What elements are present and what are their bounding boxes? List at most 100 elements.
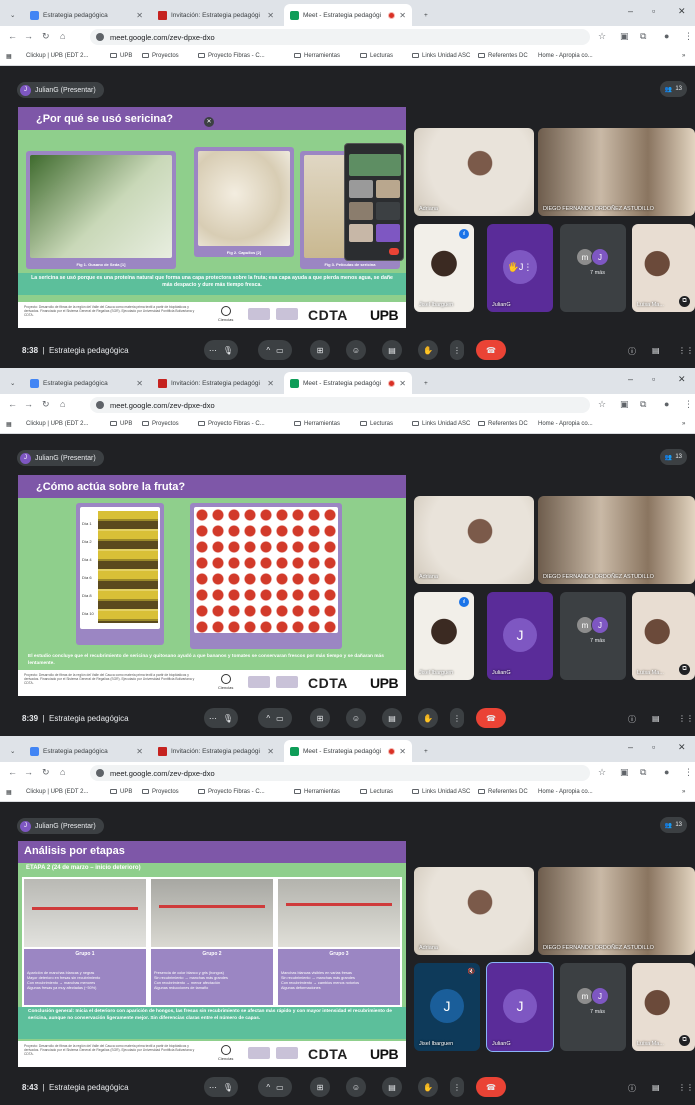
close-tab-icon[interactable]: ✕: [136, 379, 143, 388]
url-field[interactable]: meet.google.com/zev-dpxe-dxo: [90, 397, 590, 413]
more-bookmarks-icon[interactable]: »: [682, 53, 685, 59]
close-tab-icon[interactable]: ✕: [399, 11, 406, 20]
activities-icon[interactable]: ⋮⋮: [678, 346, 694, 355]
reactions-button[interactable]: ☺: [346, 1077, 366, 1097]
close-window-icon[interactable]: ✕: [678, 374, 686, 385]
people-count-badge[interactable]: 👥 13: [659, 817, 687, 833]
close-tab-icon[interactable]: ✕: [267, 379, 274, 388]
mini-hangup-icon[interactable]: [389, 248, 399, 255]
info-icon[interactable]: ⓘ: [628, 1083, 636, 1094]
raise-hand-button[interactable]: ✋: [418, 1077, 438, 1097]
more-options-button[interactable]: ⋮: [450, 1077, 464, 1097]
reload-icon[interactable]: ↻: [42, 399, 50, 410]
home-icon[interactable]: ⌂: [60, 399, 65, 409]
minimize-icon[interactable]: –: [628, 6, 633, 16]
bookmark-upb[interactable]: UPB: [110, 421, 132, 427]
apps-grid-icon[interactable]: ▦: [6, 53, 12, 60]
new-tab-button[interactable]: +: [418, 372, 434, 394]
tab-estrategia[interactable]: Estrategia pedagógica ✕: [24, 740, 149, 762]
hang-up-button[interactable]: ☎: [476, 340, 506, 360]
maximize-icon[interactable]: ▫: [652, 742, 655, 752]
more-participants-tile[interactable]: mJ7 más: [560, 592, 626, 680]
profile-icon[interactable]: ●: [664, 31, 669, 41]
maximize-icon[interactable]: ▫: [652, 374, 655, 384]
close-tab-icon[interactable]: ✕: [399, 379, 406, 388]
reload-icon[interactable]: ↻: [42, 31, 50, 42]
participant-tile-juliang[interactable]: J JulianG: [486, 962, 554, 1052]
puzzle-icon[interactable]: ⧉: [640, 767, 646, 778]
participant-tile-luisa[interactable]: Luisa Ma... ⧉: [632, 592, 695, 680]
camera-button[interactable]: ^ ▭: [258, 708, 292, 728]
bookmark-lecturas[interactable]: Lecturas: [360, 789, 393, 795]
extension-icon[interactable]: ▣: [620, 767, 629, 778]
more-participants-tile[interactable]: mJ7 más: [560, 963, 626, 1051]
apps-grid-icon[interactable]: ▦: [6, 789, 12, 796]
bookmark-apropia[interactable]: Home - Apropia co...: [538, 421, 593, 427]
bookmark-herramientas[interactable]: Herramientas: [294, 421, 340, 427]
bookmark-clickup[interactable]: Clickup | UPB (EDT 2...: [26, 421, 88, 427]
tab-search-chevron-icon[interactable]: ⌄: [4, 4, 16, 26]
tab-search-chevron-icon[interactable]: ⌄: [4, 372, 16, 394]
bookmark-referentes[interactable]: Referentes DC: [478, 789, 528, 795]
participant-tile-diego[interactable]: DIEGO FERNANDO ORDOÑEZ ASTUDILLO: [538, 128, 695, 216]
bookmark-lecturas[interactable]: Lecturas: [360, 421, 393, 427]
hang-up-button[interactable]: ☎: [476, 708, 506, 728]
reload-icon[interactable]: ↻: [42, 767, 50, 778]
tab-invitacion[interactable]: Invitación: Estrategia pedagógi ✕: [152, 740, 280, 762]
back-icon[interactable]: ←: [8, 31, 17, 41]
chat-icon[interactable]: ▤: [652, 1083, 660, 1092]
present-button[interactable]: ⊞: [310, 708, 330, 728]
participant-tile-adriana[interactable]: Adriana: [414, 867, 534, 955]
maximize-icon[interactable]: ▫: [652, 6, 655, 16]
captions-button[interactable]: ▤: [382, 340, 402, 360]
raise-hand-button[interactable]: ✋: [418, 708, 438, 728]
participant-tile-luisa[interactable]: Luisa Ma... ⧉: [632, 224, 695, 312]
bookmark-star-icon[interactable]: ☆: [598, 399, 606, 410]
bookmark-links-asc[interactable]: Links Unidad ASC: [412, 421, 470, 427]
back-icon[interactable]: ←: [8, 767, 17, 777]
presenter-chip[interactable]: J JulianG (Presentar): [17, 818, 104, 834]
close-tab-icon[interactable]: ✕: [136, 11, 143, 20]
tab-estrategia[interactable]: Estrategia pedagógica ✕: [24, 372, 149, 394]
participant-tile-diego[interactable]: DIEGO FERNANDO ORDOÑEZ ASTUDILLO: [538, 496, 695, 584]
profile-icon[interactable]: ●: [664, 399, 669, 409]
menu-icon[interactable]: ⋮: [684, 767, 693, 778]
back-icon[interactable]: ←: [8, 399, 17, 409]
mic-button[interactable]: ⋯ 🎙: [204, 1077, 238, 1097]
new-tab-button[interactable]: +: [418, 4, 434, 26]
tab-invitacion[interactable]: Invitación: Estrategia pedagógi ✕: [152, 372, 280, 394]
bookmark-lecturas[interactable]: Lecturas: [360, 53, 393, 59]
activities-icon[interactable]: ⋮⋮: [678, 1083, 694, 1092]
pip-icon[interactable]: ⧉: [679, 296, 690, 307]
minimize-icon[interactable]: –: [628, 742, 633, 752]
new-tab-button[interactable]: +: [418, 740, 434, 762]
mic-button[interactable]: ⋯ 🎙: [204, 708, 238, 728]
home-icon[interactable]: ⌂: [60, 767, 65, 777]
captions-button[interactable]: ▤: [382, 1077, 402, 1097]
home-icon[interactable]: ⌂: [60, 31, 65, 41]
extension-icon[interactable]: ▣: [620, 399, 629, 410]
bookmark-proyectos[interactable]: Proyectos: [142, 421, 179, 427]
more-bookmarks-icon[interactable]: »: [682, 789, 685, 795]
bookmark-proyecto-fibras[interactable]: Proyecto Fibras - C...: [198, 789, 265, 795]
tab-meet[interactable]: Meet - Estrategia pedagógi ✕: [284, 4, 412, 26]
apps-grid-icon[interactable]: ▦: [6, 421, 12, 428]
bookmark-clickup[interactable]: Clickup | UPB (EDT 2...: [26, 789, 88, 795]
site-info-icon[interactable]: [96, 33, 104, 41]
presenter-chip[interactable]: J JulianG (Presentar): [17, 450, 104, 466]
bookmark-proyecto-fibras[interactable]: Proyecto Fibras - C...: [198, 421, 265, 427]
more-bookmarks-icon[interactable]: »: [682, 421, 685, 427]
bookmark-star-icon[interactable]: ☆: [598, 31, 606, 42]
present-button[interactable]: ⊞: [310, 1077, 330, 1097]
bookmark-herramientas[interactable]: Herramientas: [294, 789, 340, 795]
close-tab-icon[interactable]: ✕: [267, 747, 274, 756]
info-icon[interactable]: ⓘ: [628, 346, 636, 357]
more-participants-tile[interactable]: mJ7 más: [560, 224, 626, 312]
hang-up-button[interactable]: ☎: [476, 1077, 506, 1097]
mic-button[interactable]: ⋯ 🎙: [204, 340, 238, 360]
info-icon[interactable]: ⓘ: [628, 714, 636, 725]
self-view-overlay[interactable]: [344, 143, 404, 261]
forward-icon[interactable]: →: [24, 767, 33, 777]
participant-tile-adriana[interactable]: Adriana: [414, 128, 534, 216]
bookmark-apropia[interactable]: Home - Apropia co...: [538, 789, 593, 795]
